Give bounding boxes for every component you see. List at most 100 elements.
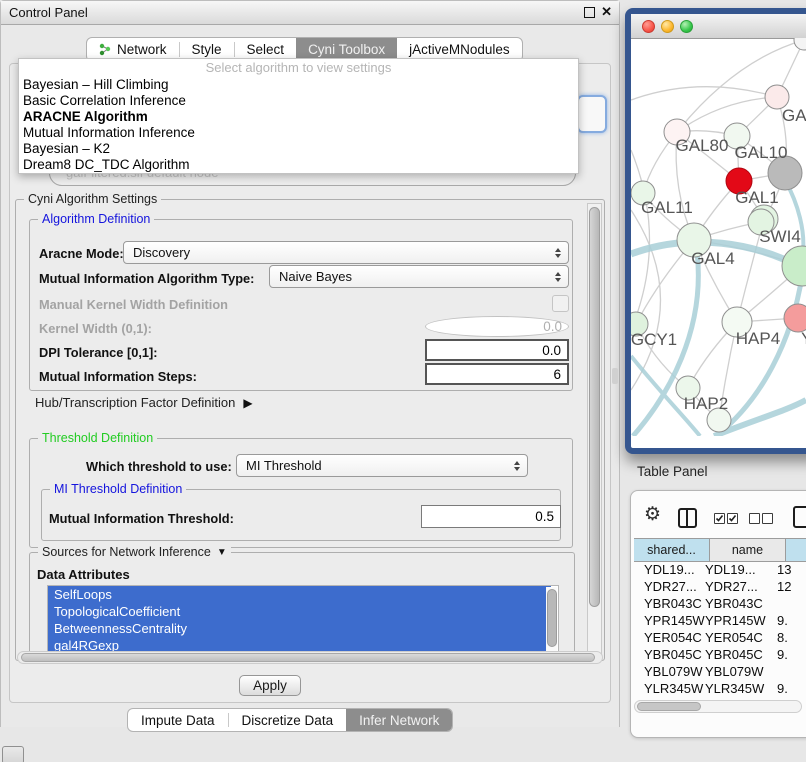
settings-vertical-scrollbar-thumb[interactable] [589, 207, 600, 607]
new-table-icon[interactable] [793, 506, 806, 528]
settings-vertical-scrollbar[interactable] [587, 203, 602, 655]
tab-cyni-toolbox-label: Cyni Toolbox [308, 42, 385, 57]
cell: 12 [777, 578, 805, 595]
cell: YDL19... [634, 561, 705, 578]
splitter-handle[interactable] [612, 368, 618, 384]
node-label: GCY1 [631, 330, 677, 349]
tab-select-label: Select [247, 42, 285, 57]
close-icon[interactable]: ✕ [601, 4, 612, 20]
hidden-focused-combo[interactable] [577, 95, 607, 133]
kernel-width-field[interactable]: 0.0 [425, 316, 569, 337]
data-attributes-list: SelfLoops TopologicalCoefficient Between… [47, 585, 559, 654]
tab-impute-data[interactable]: Impute Data [128, 709, 228, 731]
cell: 9. [777, 680, 805, 697]
dropdown-item-selected[interactable]: ARACNE Algorithm [19, 109, 578, 125]
tab-infer-network[interactable]: Infer Network [346, 709, 452, 731]
kernel-width-label: Kernel Width (0,1): [39, 321, 152, 336]
list-scrollbar[interactable] [546, 587, 557, 653]
settings-horizontal-scrollbar-thumb[interactable] [21, 653, 595, 662]
float-window-icon[interactable] [584, 7, 595, 18]
dropdown-prompt: Select algorithm to view settings [19, 59, 578, 77]
control-panel-window: Control Panel ✕ galFiltered.sif default … [0, 0, 620, 727]
dropdown-item[interactable]: Dream8 DC_TDC Algorithm [19, 157, 578, 173]
network-window-titlebar[interactable] [631, 14, 806, 39]
mi-threshold-label: Mutual Information Threshold: [49, 511, 234, 526]
tab-jactivemnodules-label: jActiveMNodules [409, 42, 510, 57]
sources-title: Sources for Network Inference [42, 545, 211, 559]
cell: 9. [777, 646, 805, 663]
table-horizontal-scrollbar[interactable] [634, 700, 802, 713]
zoom-traffic-light-icon[interactable] [680, 20, 693, 33]
dpi-tolerance-value: 0.0 [542, 343, 561, 358]
dropdown-item[interactable]: Bayesian – K2 [19, 141, 578, 157]
manual-kernel-label: Manual Kernel Width Definition [39, 297, 228, 312]
cell: YER054C [634, 629, 705, 646]
manual-kernel-checkbox[interactable] [552, 295, 569, 312]
aracne-mode-value: Discovery [133, 245, 190, 260]
mi-threshold-field[interactable]: 0.5 [421, 505, 561, 528]
table-row[interactable]: YBR043CYBR043C [634, 595, 806, 612]
node-label: GAL [782, 106, 806, 125]
cell: 9. [777, 612, 805, 629]
mi-type-combo[interactable]: Naive Bayes [269, 265, 569, 288]
table-row[interactable]: YPR145WYPR145W9. [634, 612, 806, 629]
close-traffic-light-icon[interactable] [642, 20, 655, 33]
tab-discretize-data[interactable]: Discretize Data [229, 709, 347, 731]
cell: YLR345W [634, 680, 705, 697]
node-label: GAL11 [641, 198, 693, 217]
network-node[interactable] [794, 38, 806, 50]
apply-button[interactable]: Apply [239, 675, 301, 696]
tab-impute-data-label: Impute Data [141, 713, 215, 728]
cell: YLR345W [705, 680, 777, 697]
control-panel-titlebar[interactable]: Control Panel ✕ [1, 1, 619, 25]
list-item[interactable]: SelfLoops [48, 586, 551, 603]
cell: YBL079W [705, 663, 777, 680]
network-canvas[interactable]: GAL GAL80 GAL10 GAL1 GAL11 GAL4 SWI4 GCY… [631, 38, 806, 436]
algorithm-dropdown-list: Select algorithm to view settings Bayesi… [18, 58, 579, 174]
dpi-tolerance-field[interactable]: 0.0 [425, 339, 569, 361]
dropdown-item[interactable]: Mutual Information Inference [19, 125, 578, 141]
mi-steps-field[interactable]: 6 [425, 363, 569, 385]
deselect-all-checkbox-icon[interactable] [762, 513, 773, 524]
select-all-checkbox-icon[interactable] [714, 513, 725, 524]
list-scrollbar-thumb[interactable] [547, 589, 557, 647]
expand-down-icon: ▼ [217, 547, 227, 558]
table-row[interactable]: YLR345WYLR345W9. [634, 680, 806, 697]
dropdown-item[interactable]: Basic Correlation Inference [19, 93, 578, 109]
column-header-clipped[interactable]: A [786, 539, 806, 561]
cell: YBR043C [634, 595, 705, 612]
table-row[interactable]: YER054CYER054C8. [634, 629, 806, 646]
tab-style-label: Style [192, 42, 222, 57]
list-item[interactable]: BetweennessCentrality [48, 620, 551, 637]
which-threshold-combo[interactable]: MI Threshold [236, 454, 528, 477]
network-icon [99, 43, 112, 56]
cell: YER054C [705, 629, 777, 646]
cell: 13 [777, 561, 805, 578]
column-header-name[interactable]: name [710, 539, 786, 561]
deselect-all-checkbox-icon[interactable] [749, 513, 760, 524]
table-row[interactable]: YDR27...YDR27...12 [634, 578, 806, 595]
list-item[interactable]: TopologicalCoefficient [48, 603, 551, 620]
dropdown-item[interactable]: Bayesian – Hill Climbing [19, 77, 578, 93]
cell: YBR043C [705, 595, 777, 612]
split-columns-icon[interactable] [678, 508, 697, 528]
settings-horizontal-scrollbar[interactable] [17, 651, 603, 664]
sources-expander[interactable]: Sources for Network Inference ▼ [38, 545, 231, 559]
cell: YPR145W [705, 612, 777, 629]
select-all-checkbox-icon[interactable] [727, 513, 738, 524]
table-row[interactable]: YBL079WYBL079W [634, 663, 806, 680]
group-title: Algorithm Definition [38, 212, 154, 226]
hub-definition-expander[interactable]: Hub/Transcription Factor Definition ▶ [35, 395, 253, 410]
tab-network-label: Network [117, 42, 167, 57]
gear-icon[interactable]: ⚙ [644, 505, 661, 524]
table-horizontal-scrollbar-thumb[interactable] [637, 702, 701, 711]
aracne-mode-combo[interactable]: Discovery [123, 241, 569, 264]
minimize-traffic-light-icon[interactable] [661, 20, 674, 33]
column-header-shared[interactable]: shared... [634, 539, 710, 561]
which-threshold-value: MI Threshold [246, 458, 322, 473]
table-row[interactable]: YBR045CYBR045C9. [634, 646, 806, 663]
table-row[interactable]: YDL19...YDL19...13 [634, 561, 806, 578]
cell: YDL19... [705, 561, 777, 578]
cell: YBL079W [634, 663, 705, 680]
docked-panel-icon[interactable] [2, 746, 24, 762]
